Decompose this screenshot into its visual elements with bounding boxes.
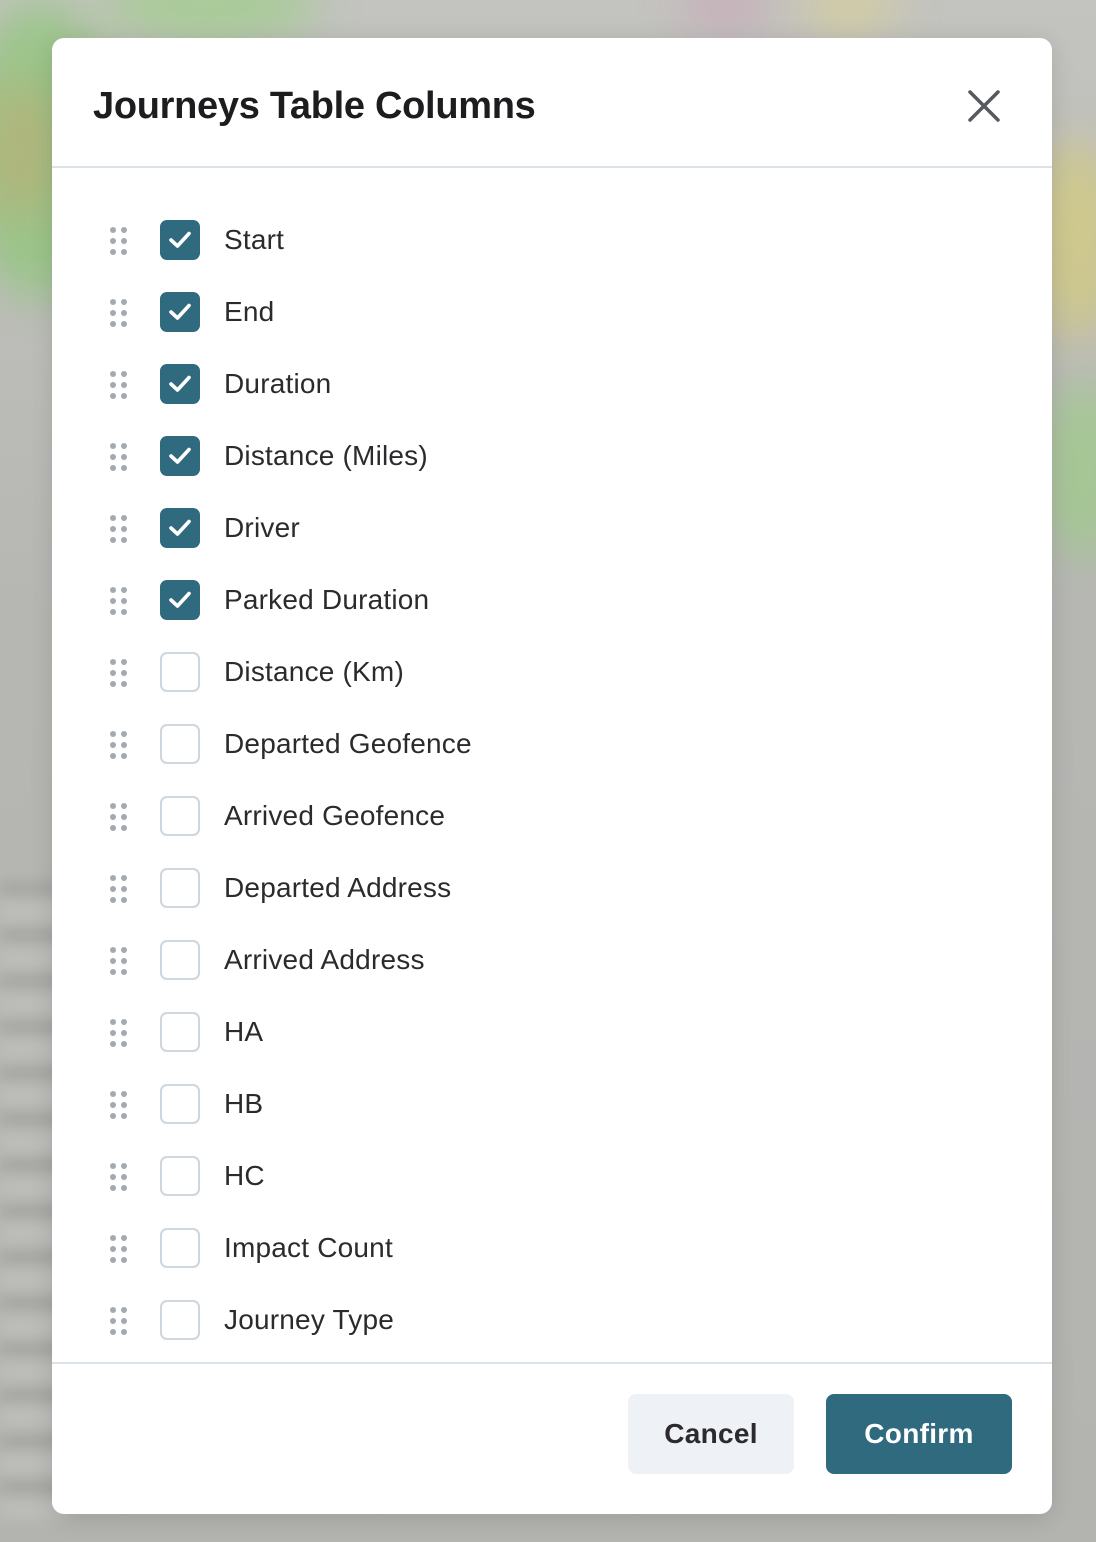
drag-handle-icon[interactable]: [108, 1234, 130, 1264]
check-icon: [167, 228, 193, 257]
column-checkbox[interactable]: [160, 580, 200, 620]
column-label: Distance (Km): [224, 656, 404, 687]
column-label: Journey Type: [224, 1304, 394, 1335]
column-label: Arrived Address: [224, 944, 425, 975]
column-checkbox[interactable]: [160, 724, 200, 764]
column-label: End: [224, 296, 275, 327]
column-label: Duration: [224, 368, 332, 399]
check-icon: [167, 300, 193, 329]
column-row: Duration: [52, 348, 1052, 420]
column-row: Impact Count: [52, 1212, 1052, 1284]
drag-handle-icon[interactable]: [108, 730, 130, 760]
drag-handle-icon[interactable]: [108, 586, 130, 616]
check-icon: [167, 516, 193, 545]
column-row: Journey Type: [52, 1284, 1052, 1356]
column-row: Departed Geofence: [52, 708, 1052, 780]
drag-handle-icon[interactable]: [108, 1018, 130, 1048]
column-checkbox[interactable]: [160, 940, 200, 980]
column-row: Arrived Address: [52, 924, 1052, 996]
column-checkbox[interactable]: [160, 364, 200, 404]
column-label: Arrived Geofence: [224, 800, 446, 831]
column-checkbox[interactable]: [160, 220, 200, 260]
column-checkbox[interactable]: [160, 292, 200, 332]
column-label: HA: [224, 1016, 264, 1047]
close-button[interactable]: [960, 82, 1008, 130]
column-label: HB: [224, 1088, 264, 1119]
column-checkbox[interactable]: [160, 652, 200, 692]
column-checkbox[interactable]: [160, 1156, 200, 1196]
cancel-button[interactable]: Cancel: [628, 1394, 794, 1474]
column-checkbox[interactable]: [160, 868, 200, 908]
drag-handle-icon[interactable]: [108, 874, 130, 904]
column-row: HB: [52, 1068, 1052, 1140]
close-icon: [960, 82, 1008, 130]
column-label: Driver: [224, 512, 300, 543]
column-row: HC: [52, 1140, 1052, 1212]
column-checkbox[interactable]: [160, 436, 200, 476]
column-label: HC: [224, 1160, 265, 1191]
column-row: Start: [52, 204, 1052, 276]
drag-handle-icon[interactable]: [108, 226, 130, 256]
drag-handle-icon[interactable]: [108, 298, 130, 328]
confirm-button[interactable]: Confirm: [826, 1394, 1012, 1474]
drag-handle-icon[interactable]: [108, 1306, 130, 1336]
column-list: Start End Duration Distance (Miles) Driv…: [52, 168, 1052, 1362]
columns-dialog: Journeys Table Columns Start End Duratio…: [52, 38, 1052, 1514]
drag-handle-icon[interactable]: [108, 442, 130, 472]
column-label: Start: [224, 224, 285, 255]
drag-handle-icon[interactable]: [108, 1162, 130, 1192]
column-label: Distance (Miles): [224, 440, 428, 471]
drag-handle-icon[interactable]: [108, 658, 130, 688]
column-label: Departed Geofence: [224, 728, 472, 759]
check-icon: [167, 372, 193, 401]
column-checkbox[interactable]: [160, 508, 200, 548]
dialog-header: Journeys Table Columns: [52, 38, 1052, 168]
column-row: HA: [52, 996, 1052, 1068]
column-row: Driver: [52, 492, 1052, 564]
column-checkbox[interactable]: [160, 1300, 200, 1340]
column-label: Parked Duration: [224, 584, 430, 615]
column-row: Departed Address: [52, 852, 1052, 924]
drag-handle-icon[interactable]: [108, 802, 130, 832]
column-label: Impact Count: [224, 1232, 393, 1263]
column-row: End: [52, 276, 1052, 348]
drag-handle-icon[interactable]: [108, 514, 130, 544]
check-icon: [167, 588, 193, 617]
column-row: Arrived Geofence: [52, 780, 1052, 852]
column-label: Departed Address: [224, 872, 452, 903]
column-row: Distance (Km): [52, 636, 1052, 708]
drag-handle-icon[interactable]: [108, 1090, 130, 1120]
check-icon: [167, 444, 193, 473]
column-checkbox[interactable]: [160, 1228, 200, 1268]
column-checkbox[interactable]: [160, 1012, 200, 1052]
column-checkbox[interactable]: [160, 1084, 200, 1124]
drag-handle-icon[interactable]: [108, 946, 130, 976]
dialog-footer: Cancel Confirm: [52, 1362, 1052, 1514]
column-row: Parked Duration: [52, 564, 1052, 636]
column-row: Distance (Miles): [52, 420, 1052, 492]
drag-handle-icon[interactable]: [108, 370, 130, 400]
column-checkbox[interactable]: [160, 796, 200, 836]
dialog-title: Journeys Table Columns: [93, 85, 536, 127]
